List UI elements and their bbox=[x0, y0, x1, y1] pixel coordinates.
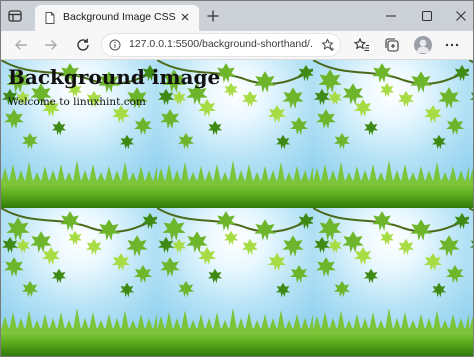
close-window-icon[interactable] bbox=[452, 7, 470, 25]
close-icon[interactable] bbox=[179, 11, 191, 23]
browser-window: Background Image CSS 127.0.0.1:5500/back… bbox=[0, 0, 474, 357]
info-icon[interactable] bbox=[109, 39, 121, 51]
star-add-icon[interactable] bbox=[321, 38, 335, 52]
welcome-paragraph: Welcome to linuxhint.com bbox=[8, 96, 146, 108]
address-bar[interactable]: 127.0.0.1:5500/background-shorthand/... bbox=[101, 33, 341, 57]
browser-toolbar: 127.0.0.1:5500/background-shorthand/... bbox=[1, 31, 473, 60]
profile-avatar-icon bbox=[416, 39, 430, 53]
url-text[interactable]: 127.0.0.1:5500/background-shorthand/... bbox=[129, 38, 313, 50]
minimize-icon[interactable] bbox=[382, 7, 400, 25]
favorites-icon[interactable] bbox=[353, 36, 371, 54]
forward-arrow-icon[interactable] bbox=[41, 35, 61, 55]
maximize-icon[interactable] bbox=[418, 7, 436, 25]
more-menu-icon[interactable] bbox=[443, 36, 461, 54]
tab-title: Background Image CSS bbox=[63, 11, 176, 23]
page-content: Background image Welcome to linuxhint.co… bbox=[8, 64, 220, 108]
page-heading: Background image bbox=[8, 65, 221, 89]
refresh-icon[interactable] bbox=[73, 35, 93, 55]
tab-actions-icon[interactable] bbox=[7, 8, 23, 24]
back-arrow-icon[interactable] bbox=[11, 35, 31, 55]
profile-avatar[interactable] bbox=[414, 36, 432, 54]
page-favicon-icon bbox=[45, 12, 55, 24]
page-viewport: Background image Welcome to linuxhint.co… bbox=[1, 60, 473, 356]
tab-strip: Background Image CSS bbox=[1, 1, 473, 31]
collections-icon[interactable] bbox=[383, 36, 401, 54]
plus-icon[interactable] bbox=[205, 8, 221, 24]
tab-background-image-css[interactable]: Background Image CSS bbox=[35, 5, 199, 31]
